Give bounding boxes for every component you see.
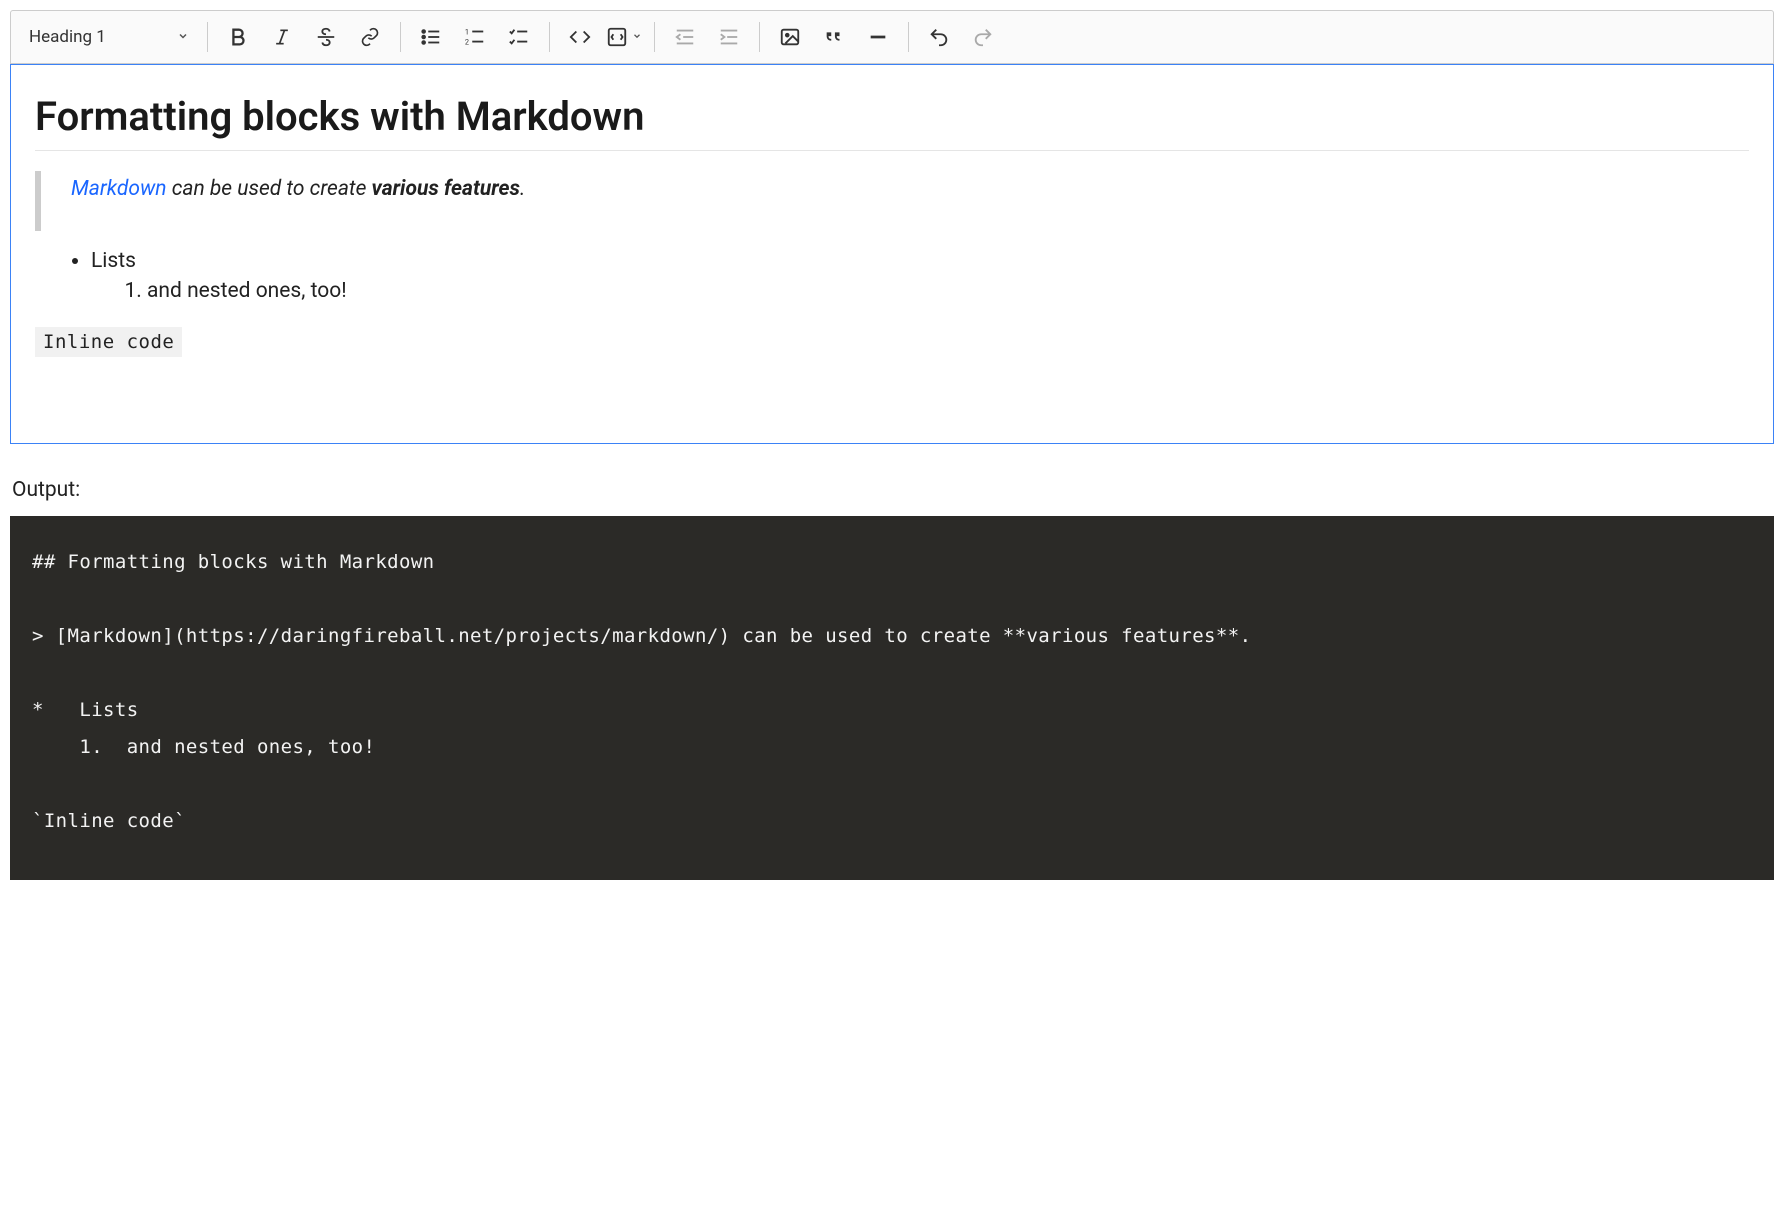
blockquote-text-1: can be used to create <box>167 177 372 201</box>
output-line: 1. and nested ones, too! <box>32 736 375 758</box>
todo-list-button[interactable] <box>501 19 537 55</box>
bold-button[interactable] <box>220 19 256 55</box>
output-line: * Lists <box>32 699 139 721</box>
toolbar-separator <box>654 22 655 52</box>
blockquote[interactable]: Markdown can be used to create various f… <box>35 171 1749 231</box>
blockquote-button[interactable] <box>816 19 852 55</box>
nested-ordered-list[interactable]: and nested ones, too! <box>91 279 1749 303</box>
editor-toolbar: Heading 1 12 <box>10 10 1774 64</box>
toolbar-separator <box>400 22 401 52</box>
image-button[interactable] <box>772 19 808 55</box>
blockquote-bold: various features <box>372 177 520 201</box>
chevron-down-icon <box>632 30 642 44</box>
markdown-link[interactable]: Markdown <box>71 177 167 201</box>
toolbar-separator <box>908 22 909 52</box>
code-button[interactable] <box>562 19 598 55</box>
bullet-list[interactable]: Lists and nested ones, too! <box>35 249 1749 303</box>
document-heading[interactable]: Formatting blocks with Markdown <box>35 93 1749 151</box>
output-line: `Inline code` <box>32 810 186 832</box>
italic-button[interactable] <box>264 19 300 55</box>
horizontal-rule-button[interactable] <box>860 19 896 55</box>
toolbar-separator <box>207 22 208 52</box>
outdent-button[interactable] <box>667 19 703 55</box>
output-line: ## Formatting blocks with Markdown <box>32 551 435 573</box>
blockquote-text-2: . <box>520 177 525 201</box>
heading-style-label: Heading 1 <box>29 27 106 47</box>
codeblock-dropdown-button[interactable] <box>602 19 646 55</box>
list-item: Lists and nested ones, too! <box>91 249 1749 303</box>
indent-button[interactable] <box>711 19 747 55</box>
bullet-list-button[interactable] <box>413 19 449 55</box>
redo-button[interactable] <box>965 19 1001 55</box>
strikethrough-button[interactable] <box>308 19 344 55</box>
undo-button[interactable] <box>921 19 957 55</box>
output-line: > [Markdown](https://daringfireball.net/… <box>32 625 1251 647</box>
editor-content-area[interactable]: Formatting blocks with Markdown Markdown… <box>10 64 1774 444</box>
svg-text:2: 2 <box>465 37 469 46</box>
markdown-output-block: ## Formatting blocks with Markdown > [Ma… <box>10 516 1774 880</box>
svg-text:1: 1 <box>465 27 469 36</box>
list-item-text: Lists <box>91 249 136 273</box>
numbered-list-button[interactable]: 12 <box>457 19 493 55</box>
nested-list-item: and nested ones, too! <box>147 279 1749 303</box>
chevron-down-icon <box>177 27 189 47</box>
heading-style-dropdown[interactable]: Heading 1 <box>19 17 199 57</box>
inline-code[interactable]: Inline code <box>35 327 182 357</box>
toolbar-separator <box>759 22 760 52</box>
toolbar-separator <box>549 22 550 52</box>
link-button[interactable] <box>352 19 388 55</box>
output-label: Output: <box>12 478 1774 502</box>
